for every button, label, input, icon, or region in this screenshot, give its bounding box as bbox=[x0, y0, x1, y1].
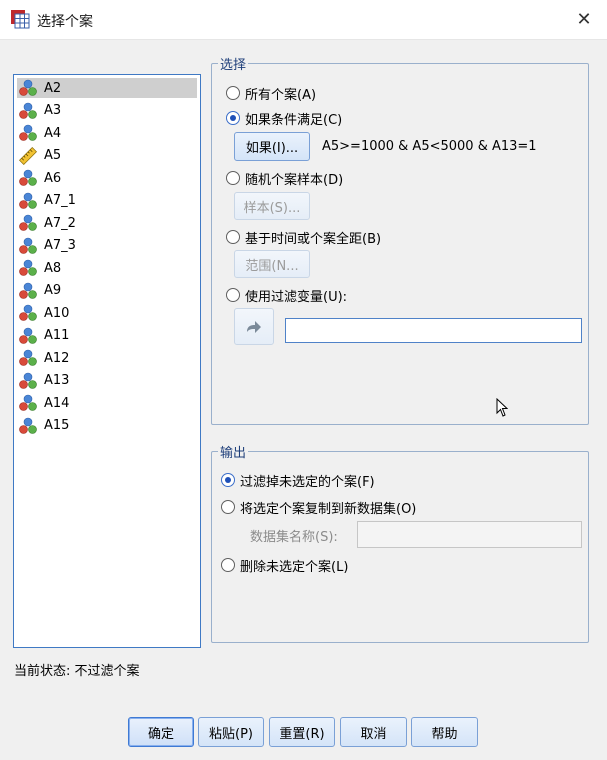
radio-filter-variable[interactable]: 使用过滤变量(U): bbox=[226, 285, 347, 305]
variable-item-a13[interactable]: A13 bbox=[17, 371, 197, 391]
nominal-icon bbox=[19, 417, 37, 435]
radio-if-condition-label: 如果条件满足(C) bbox=[245, 112, 343, 128]
variable-label: A5 bbox=[44, 148, 62, 163]
nominal-icon bbox=[19, 372, 37, 390]
variable-label: A7_3 bbox=[44, 238, 76, 253]
dataset-name-label: 数据集名称(S): bbox=[250, 530, 338, 545]
radio-random-sample-label: 随机个案样本(D) bbox=[245, 172, 344, 188]
nominal-icon bbox=[19, 237, 37, 255]
variable-item-a7_1[interactable]: A7_1 bbox=[17, 191, 197, 211]
variable-item-a6[interactable]: A6 bbox=[17, 168, 197, 188]
if-button[interactable]: 如果(I)... bbox=[234, 132, 310, 161]
nominal-icon bbox=[19, 259, 37, 277]
window-title: 选择个案 bbox=[37, 14, 93, 30]
variable-item-a4[interactable]: A4 bbox=[17, 123, 197, 143]
radio-copy-dataset[interactable]: 将选定个案复制到新数据集(O) bbox=[221, 497, 416, 517]
output-group-title: 输出 bbox=[218, 442, 249, 461]
nominal-icon bbox=[19, 169, 37, 187]
status-text: 当前状态: 不过滤个案 bbox=[14, 664, 140, 679]
radio-random-sample-circle[interactable] bbox=[226, 171, 240, 185]
select-group-title: 选择 bbox=[218, 54, 249, 73]
radio-time-range-circle[interactable] bbox=[226, 230, 240, 244]
move-variable-button[interactable] bbox=[234, 308, 274, 345]
radio-copy-dataset-circle[interactable] bbox=[221, 500, 235, 514]
condition-text: A5>=1000 & A5<5000 & A13=1 bbox=[322, 139, 537, 154]
variable-label: A14 bbox=[44, 395, 70, 411]
variable-item-a7_3[interactable]: A7_3 bbox=[17, 236, 197, 256]
filter-variable-field[interactable] bbox=[285, 318, 582, 343]
variable-item-a7_2[interactable]: A7_2 bbox=[17, 213, 197, 233]
variable-label: A11 bbox=[44, 328, 70, 343]
variable-label: A4 bbox=[44, 125, 62, 141]
variable-item-a8[interactable]: A8 bbox=[17, 258, 197, 278]
nominal-icon bbox=[19, 102, 37, 120]
radio-time-range[interactable]: 基于时间或个案全距(B) bbox=[226, 227, 381, 247]
variable-item-a15[interactable]: A15 bbox=[17, 416, 197, 436]
variable-item-a10[interactable]: A10 bbox=[17, 303, 197, 323]
sample-button[interactable]: 样本(S)... bbox=[234, 192, 310, 220]
variable-label: A9 bbox=[44, 283, 62, 298]
nominal-icon bbox=[19, 282, 37, 300]
scale-ruler-icon bbox=[19, 146, 37, 165]
variable-label: A13 bbox=[44, 373, 70, 388]
variable-label: A2 bbox=[44, 80, 62, 96]
radio-filter-out[interactable]: 过滤掉未选定的个案(F) bbox=[221, 470, 375, 490]
nominal-icon bbox=[19, 349, 37, 367]
paste-button[interactable]: 粘贴(P) bbox=[198, 717, 264, 747]
variable-label: A3 bbox=[44, 103, 62, 118]
help-button[interactable]: 帮助 bbox=[411, 717, 478, 747]
radio-time-range-label: 基于时间或个案全距(B) bbox=[245, 231, 382, 247]
close-icon[interactable]: ✕ bbox=[570, 6, 598, 34]
variable-item-a11[interactable]: A11 bbox=[17, 326, 197, 346]
radio-random-sample[interactable]: 随机个案样本(D) bbox=[226, 168, 343, 188]
variable-item-a2[interactable]: A2 bbox=[17, 78, 197, 98]
radio-all-cases-label: 所有个案(A) bbox=[245, 87, 317, 103]
arrow-right-icon bbox=[247, 320, 261, 333]
nominal-icon bbox=[19, 394, 37, 412]
ok-button[interactable]: 确定 bbox=[128, 717, 194, 747]
dataset-name-field[interactable] bbox=[357, 521, 582, 548]
variable-label: A12 bbox=[44, 350, 70, 366]
mouse-cursor-icon bbox=[496, 398, 508, 417]
radio-all-cases-circle[interactable] bbox=[226, 86, 240, 100]
nominal-icon bbox=[19, 327, 37, 345]
variable-label: A7_1 bbox=[44, 193, 76, 208]
range-button[interactable]: 范围(N... bbox=[234, 250, 310, 278]
variable-label: A6 bbox=[44, 170, 62, 186]
reset-button[interactable]: 重置(R) bbox=[269, 717, 335, 747]
variable-list[interactable]: A2 A3 A4 A5 A6 A7_1 A7_2 A7_3 A8 A9 A10 A11 A12 A13 A1… bbox=[13, 74, 201, 648]
nominal-icon bbox=[19, 214, 37, 232]
radio-filter-variable-label: 使用过滤变量(U): bbox=[245, 289, 348, 305]
nominal-icon bbox=[19, 192, 37, 210]
radio-if-condition-circle[interactable] bbox=[226, 111, 240, 125]
radio-copy-dataset-label: 将选定个案复制到新数据集(O) bbox=[240, 501, 417, 517]
radio-all-cases[interactable]: 所有个案(A) bbox=[226, 83, 316, 103]
radio-delete-unselected[interactable]: 删除未选定个案(L) bbox=[221, 555, 348, 575]
radio-if-condition[interactable]: 如果条件满足(C) bbox=[226, 108, 342, 128]
cancel-button[interactable]: 取消 bbox=[340, 717, 407, 747]
spss-app-icon bbox=[11, 10, 30, 29]
variable-item-a14[interactable]: A14 bbox=[17, 393, 197, 413]
radio-delete-unselected-circle[interactable] bbox=[221, 558, 235, 572]
variable-item-a5[interactable]: A5 bbox=[17, 146, 197, 166]
nominal-icon bbox=[19, 304, 37, 322]
radio-filter-out-label: 过滤掉未选定的个案(F) bbox=[240, 474, 375, 490]
variable-label: A8 bbox=[44, 260, 62, 276]
radio-filter-out-circle[interactable] bbox=[221, 473, 235, 487]
variable-label: A15 bbox=[44, 418, 70, 433]
radio-filter-variable-circle[interactable] bbox=[226, 288, 240, 302]
variable-label: A7_2 bbox=[44, 215, 76, 231]
radio-delete-unselected-label: 删除未选定个案(L) bbox=[240, 559, 349, 575]
nominal-icon bbox=[19, 79, 37, 97]
variable-item-a9[interactable]: A9 bbox=[17, 281, 197, 301]
variable-item-a12[interactable]: A12 bbox=[17, 348, 197, 368]
variable-label: A10 bbox=[44, 305, 70, 321]
variable-item-a3[interactable]: A3 bbox=[17, 101, 197, 121]
nominal-icon bbox=[19, 124, 37, 142]
